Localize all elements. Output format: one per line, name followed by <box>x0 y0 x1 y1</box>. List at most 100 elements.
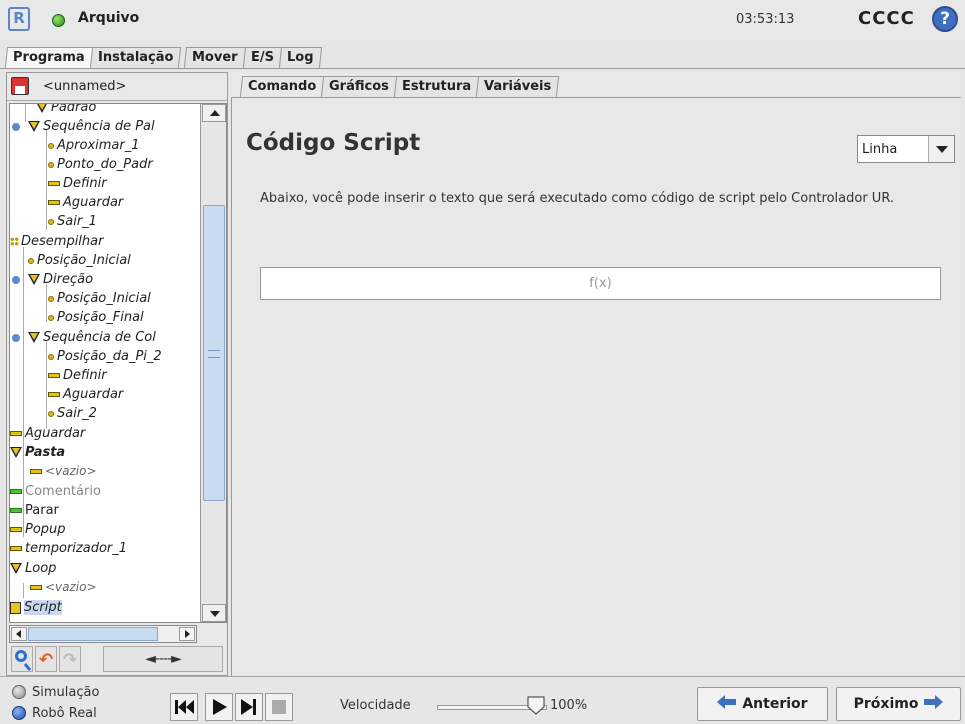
command-panel: Comando Gráficos Estrutura Variáveis Cód… <box>231 72 961 676</box>
file-menu[interactable]: Arquivo <box>78 10 139 26</box>
real-robot-radio[interactable]: Robô Real <box>12 705 97 724</box>
tree-node-label: <vazio> <box>45 464 97 478</box>
tree-node-label: Aproximar_1 <box>57 138 140 153</box>
simulation-radio[interactable]: Simulação <box>12 684 100 703</box>
scroll-thumb[interactable] <box>28 627 158 641</box>
tree-node[interactable]: Pasta <box>10 443 65 462</box>
tree-node[interactable]: Definir <box>48 366 107 385</box>
tree-node[interactable]: Aguardar <box>48 193 123 212</box>
tab-instalacao[interactable]: Instalação <box>89 47 182 68</box>
tree-node[interactable]: Aguardar <box>48 385 123 404</box>
radio-label: Robô Real <box>32 706 97 721</box>
tree-node-label: Posição_Inicial <box>37 253 131 268</box>
ur-logo-icon: R <box>8 7 30 31</box>
save-icon[interactable] <box>11 77 29 95</box>
tab-label: Variáveis <box>484 79 552 94</box>
tree-nodes: Padrão Sequência de Pal Aproximar_1 Pont… <box>10 104 198 622</box>
tab-log[interactable]: Log <box>278 47 322 68</box>
command-icon <box>30 585 42 590</box>
help-icon[interactable]: ? <box>932 6 958 32</box>
slider-thumb-icon[interactable] <box>526 695 546 715</box>
scroll-left-icon[interactable] <box>11 627 27 641</box>
waypoint-icon <box>28 257 34 264</box>
folder-open-icon <box>10 563 22 574</box>
redo-button[interactable]: ↷ <box>59 646 81 672</box>
undo-button[interactable]: ↶ <box>35 646 57 672</box>
scroll-right-icon[interactable] <box>179 627 195 641</box>
move-node-button[interactable]: ◄----► <box>103 646 223 672</box>
radio-on-icon <box>12 705 26 720</box>
command-icon <box>10 508 22 513</box>
tree-node[interactable]: Loop <box>10 559 56 578</box>
scroll-down-icon[interactable] <box>202 604 226 622</box>
tree-node[interactable]: Popup <box>10 520 66 539</box>
search-button[interactable] <box>11 646 33 672</box>
tree-node[interactable]: Aguardar <box>10 424 85 443</box>
tree-node[interactable]: <vazio> <box>30 462 97 481</box>
robot-status-icon <box>52 14 65 27</box>
tree-node[interactable]: Posição_Final <box>48 308 144 327</box>
tab-comando[interactable]: Comando <box>239 76 325 97</box>
waypoint-icon <box>48 161 54 168</box>
command-icon <box>10 527 22 532</box>
tree-node[interactable]: Posição_Inicial <box>48 289 151 308</box>
tree-node[interactable]: Ponto_do_Padr <box>48 155 153 174</box>
tree-node[interactable]: <vazio> <box>30 578 97 597</box>
radio-label: Simulação <box>32 685 100 700</box>
tree-node[interactable]: Posição_Inicial <box>28 251 131 270</box>
tree-node[interactable]: Parar <box>10 501 59 520</box>
tree-node[interactable]: Aproximar_1 <box>48 136 140 155</box>
script-input[interactable]: f(x) <box>260 267 941 300</box>
skip-back-button[interactable] <box>170 693 198 721</box>
waypoint-icon <box>48 314 54 321</box>
tree-node-label: Parar <box>25 503 59 518</box>
expander-icon[interactable] <box>12 122 20 131</box>
tab-label: Estrutura <box>402 79 472 94</box>
undo-icon: ↶ <box>39 650 54 670</box>
tree-node-selected[interactable]: Script <box>10 598 62 617</box>
scroll-up-icon[interactable] <box>202 104 226 122</box>
tree-node[interactable]: Sair_1 <box>48 212 97 231</box>
tree-node[interactable]: Sequência de Col <box>12 328 156 347</box>
stop-button[interactable] <box>265 693 293 721</box>
robot-name: CCCC <box>858 8 915 29</box>
tab-estrutura[interactable]: Estrutura <box>394 76 480 97</box>
tree-node-label: Aguardar <box>25 426 86 441</box>
chevron-down-icon[interactable] <box>928 136 954 162</box>
tree-node[interactable]: Sequência de Pal <box>12 117 155 136</box>
tree-node-label: Ponto_do_Padr <box>57 157 153 172</box>
next-button[interactable]: Próximo <box>836 687 961 721</box>
tab-graficos[interactable]: Gráficos <box>321 76 398 97</box>
tab-label: Mover <box>192 50 238 65</box>
tab-programa[interactable]: Programa <box>4 47 93 68</box>
tree-node[interactable]: temporizador_1 <box>10 539 127 558</box>
tree-horizontal-scrollbar[interactable] <box>9 625 197 643</box>
command-icon <box>48 373 60 378</box>
play-button[interactable] <box>205 693 233 721</box>
button-label: Próximo <box>853 696 919 712</box>
tab-variaveis[interactable]: Variáveis <box>476 76 560 97</box>
tree-node[interactable]: Padrão <box>36 104 96 117</box>
expander-icon[interactable] <box>12 333 20 342</box>
tree-node[interactable]: Comentário <box>10 482 101 501</box>
tree-toolbar: ↶ ↷ ◄----► <box>9 645 225 673</box>
tree-node-label: Posição_da_Pi_2 <box>57 349 162 364</box>
expander-icon[interactable] <box>12 275 20 284</box>
previous-button[interactable]: Anterior <box>697 687 828 721</box>
tab-mover[interactable]: Mover <box>184 47 246 68</box>
script-mode-select[interactable]: Linha <box>857 135 955 163</box>
tab-es[interactable]: E/S <box>242 47 282 68</box>
folder-open-icon <box>28 274 40 285</box>
tree-vertical-scrollbar[interactable] <box>200 104 226 622</box>
folder-open-icon <box>28 121 40 132</box>
tree-node[interactable]: Sair_2 <box>48 404 97 423</box>
tree-node-label: temporizador_1 <box>25 541 128 556</box>
step-button[interactable] <box>235 693 263 721</box>
tree-node[interactable]: Definir <box>48 174 107 193</box>
tree-node[interactable]: Desempilhar <box>10 232 103 251</box>
scroll-thumb[interactable] <box>203 205 225 501</box>
tree-node[interactable]: Direção <box>12 270 93 289</box>
tree-node[interactable]: Posição_da_Pi_2 <box>48 347 162 366</box>
select-value: Linha <box>862 142 898 157</box>
tab-label: Instalação <box>97 50 174 65</box>
